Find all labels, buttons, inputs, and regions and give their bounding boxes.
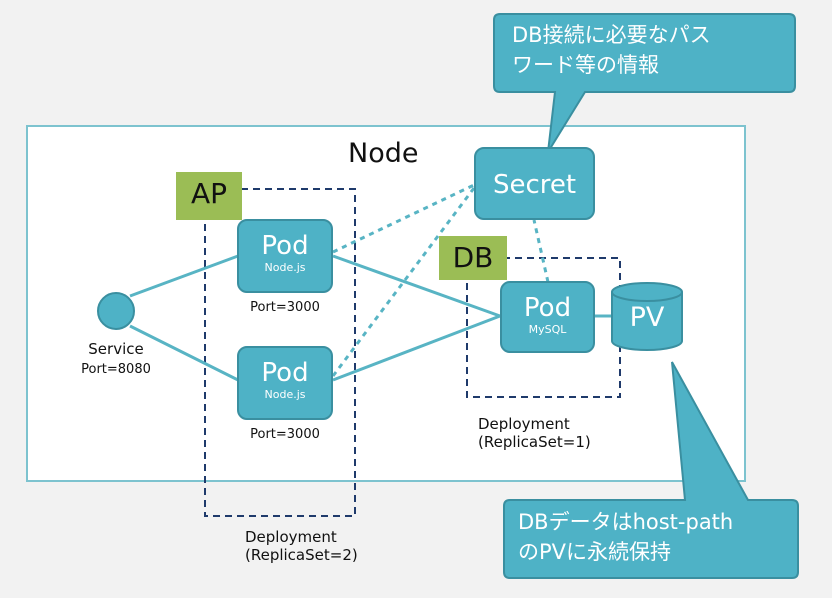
callout-top-line-2: ワード等の情報 (512, 53, 659, 77)
mysql-to-secret-dotted (532, 219, 550, 283)
ap-pod-2-port: Port=3000 (250, 427, 320, 442)
callout-top-text: DB接続に必要なパス ワード等の情報 (512, 20, 711, 80)
pod-subtitle: Node.js (264, 261, 306, 274)
db-tag: DB (439, 236, 507, 280)
ap-deployment-line-2: (ReplicaSet=2) (245, 546, 358, 564)
callout-top-line-1: DB接続に必要なパス (512, 23, 711, 47)
db-pod: Pod MySQL (500, 281, 595, 353)
secret-box: Secret (474, 147, 595, 220)
service-label: Service (88, 340, 144, 358)
ap-tag: AP (176, 172, 242, 220)
callout-bottom-line-2: のPVに永続保持 (518, 540, 672, 564)
ap-deployment-label: Deployment (ReplicaSet=2) (245, 528, 358, 564)
db-deployment-line-1: Deployment (478, 415, 570, 433)
service-to-pod1-line (129, 254, 239, 298)
service-port: Port=8080 (81, 362, 151, 377)
service-circle (97, 292, 135, 330)
pod-title: Pod (523, 293, 572, 323)
pod-title: Pod (261, 358, 309, 388)
db-deployment-line-2: (ReplicaSet=1) (478, 433, 591, 451)
db-deployment-label: Deployment (ReplicaSet=1) (478, 415, 591, 451)
callout-bottom-text: DBデータはhost-path のPVに永続保持 (518, 507, 733, 567)
ap-pod-2: Pod Node.js (237, 346, 333, 420)
pod2-to-mysql-line (332, 314, 501, 382)
callout-bottom-line-1: DBデータはhost-path (518, 510, 734, 534)
secret-label: Secret (492, 170, 577, 200)
pod-subtitle: MySQL (528, 323, 567, 336)
ap-deployment-line-1: Deployment (245, 528, 337, 546)
pod-subtitle: Node.js (264, 388, 306, 401)
pod-title: Pod (261, 231, 309, 261)
ap-pod-1-port: Port=3000 (250, 300, 320, 315)
pv-cylinder-top (611, 282, 683, 302)
pv-label: PV (629, 302, 665, 333)
ap-pod-1: Pod Node.js (237, 219, 333, 293)
